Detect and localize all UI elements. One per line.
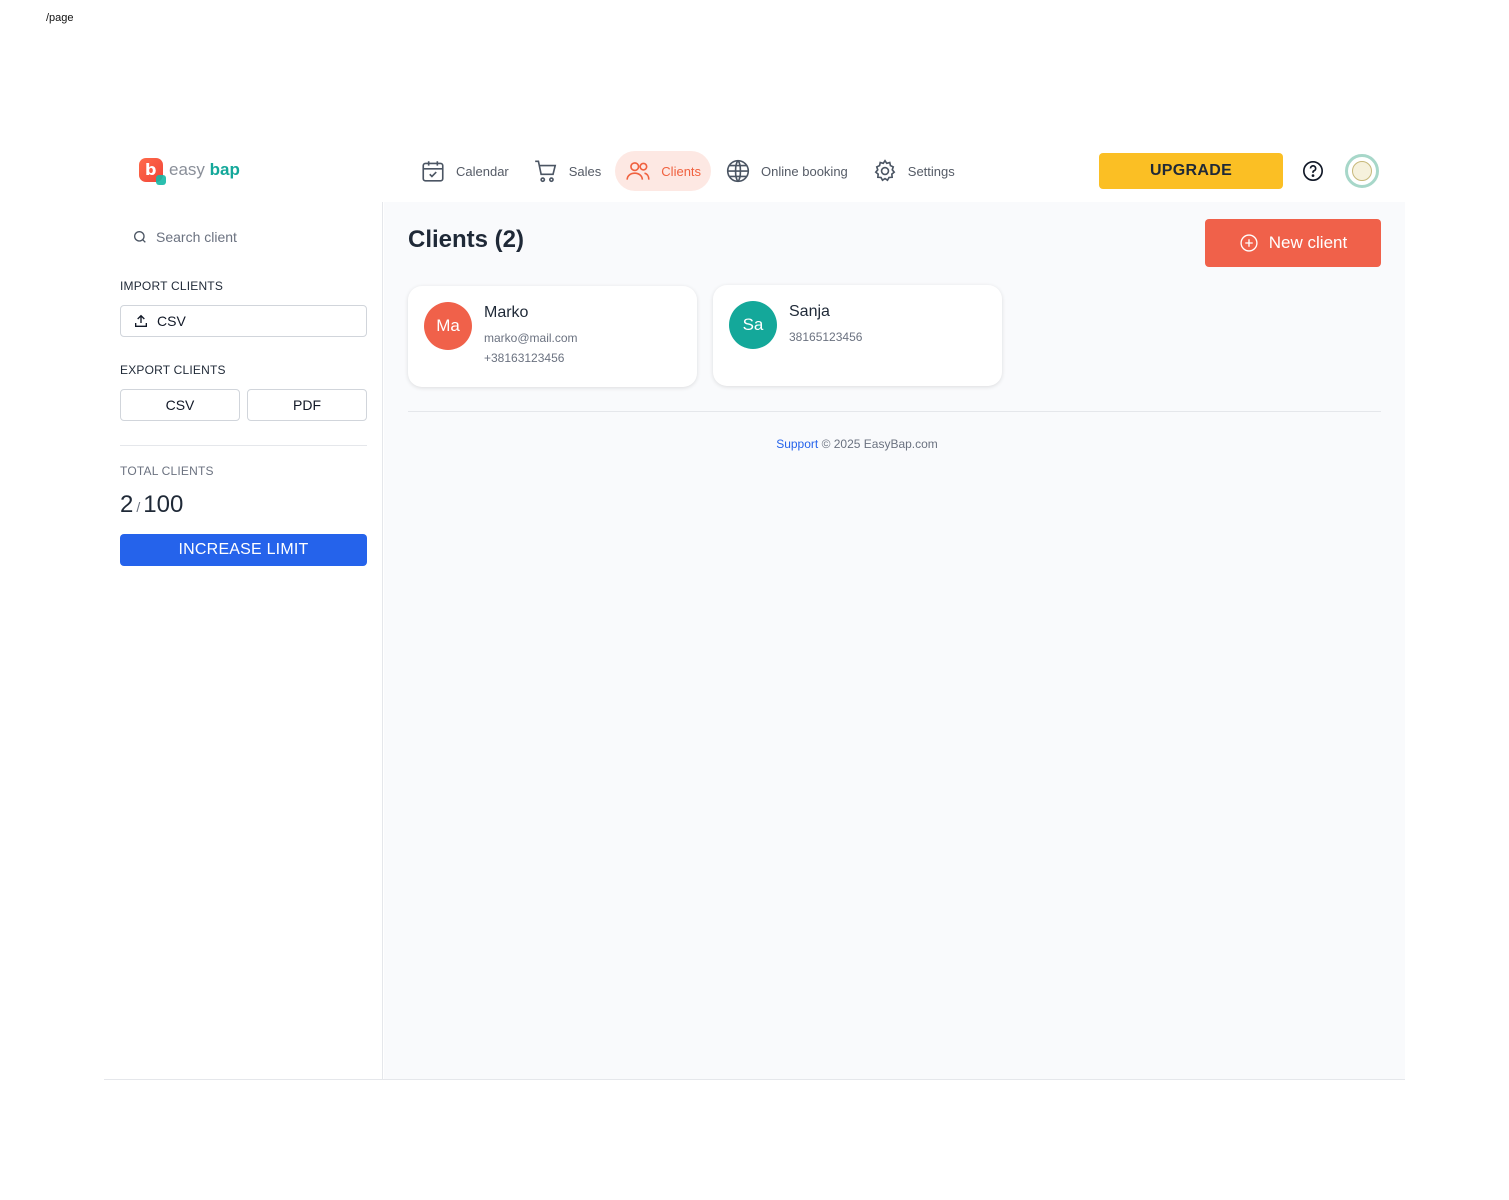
main-content: Clients (2) New client Ma Marko marko@ma… — [384, 202, 1405, 1080]
total-clients-label: TOTAL CLIENTS — [120, 464, 214, 478]
bottom-border — [104, 1079, 1405, 1080]
nav-label: Online booking — [761, 163, 848, 179]
nav-label: Sales — [568, 163, 602, 179]
nav-label: Clients — [661, 163, 702, 179]
client-phone: 38165123456 — [789, 330, 863, 344]
new-client-button[interactable]: New client — [1205, 219, 1381, 267]
upload-icon — [135, 314, 147, 327]
logo-icon: b — [139, 158, 166, 185]
total-clients-count: 2/100 — [120, 491, 183, 519]
help-icon[interactable] — [1302, 160, 1324, 182]
client-name: Marko — [484, 304, 529, 321]
export-csv-button[interactable]: CSV — [120, 389, 240, 421]
client-name: Sanja — [789, 303, 830, 320]
plus-circle-icon — [1240, 234, 1258, 252]
search-icon — [134, 231, 146, 243]
avatar-image — [1352, 161, 1372, 181]
nav-calendar[interactable]: Calendar — [410, 151, 519, 191]
logo-text: easy bap — [169, 160, 240, 179]
search-client[interactable] — [120, 220, 367, 254]
client-email: marko@mail.com — [484, 331, 578, 345]
client-card[interactable]: Sa Sanja 38165123456 — [713, 285, 1002, 386]
search-input[interactable] — [156, 229, 356, 245]
client-phone: +38163123456 — [484, 351, 565, 365]
import-csv-label: CSV — [157, 313, 186, 329]
nav-label: Settings — [907, 163, 955, 179]
footer: Support © 2025 EasyBap.com — [384, 437, 1330, 451]
import-clients-label: IMPORT CLIENTS — [120, 279, 224, 293]
total-separator: / — [136, 499, 141, 515]
globe-icon — [726, 159, 750, 183]
page-path: /page — [46, 12, 74, 24]
upgrade-button[interactable]: UPGRADE — [1099, 153, 1283, 189]
client-avatar: Sa — [729, 301, 777, 349]
increase-limit-button[interactable]: INCREASE LIMIT — [120, 534, 367, 566]
total-limit: 100 — [143, 491, 184, 518]
export-pdf-button[interactable]: PDF — [247, 389, 367, 421]
export-clients-label: EXPORT CLIENTS — [120, 363, 226, 377]
top-header: b easy bap Calendar Sales Clients Online… — [104, 138, 1405, 202]
gear-icon — [874, 159, 896, 182]
user-avatar[interactable] — [1345, 154, 1379, 188]
page-title: Clients (2) — [408, 226, 525, 253]
nav-label: Calendar — [456, 163, 509, 179]
calendar-icon — [422, 161, 444, 182]
nav-online-booking[interactable]: Online booking — [715, 151, 858, 191]
cart-icon — [534, 160, 557, 183]
client-avatar: Ma — [424, 302, 472, 350]
brand-logo[interactable]: b easy bap — [139, 158, 240, 185]
footer-divider — [408, 411, 1381, 412]
nav-sales[interactable]: Sales — [523, 151, 612, 191]
divider — [120, 445, 367, 446]
users-icon — [626, 162, 650, 180]
nav-settings[interactable]: Settings — [862, 151, 965, 191]
copyright-text: © 2025 EasyBap.com — [821, 437, 938, 451]
client-card[interactable]: Ma Marko marko@mail.com +38163123456 — [408, 286, 697, 387]
total-current: 2 — [120, 491, 134, 518]
new-client-label: New client — [1268, 233, 1348, 252]
import-csv-button[interactable]: CSV — [120, 305, 367, 337]
support-link[interactable]: Support — [776, 437, 818, 451]
nav-clients[interactable]: Clients — [615, 151, 712, 191]
main-nav: Calendar Sales Clients Online booking Se… — [410, 151, 965, 191]
sidebar: IMPORT CLIENTS CSV EXPORT CLIENTS CSV PD… — [104, 202, 383, 1080]
